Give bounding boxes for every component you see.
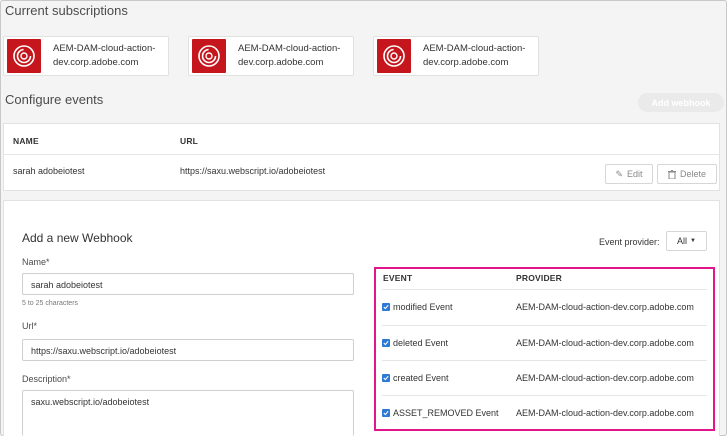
edit-button[interactable]: ✎ Edit [605, 164, 653, 184]
url-input[interactable]: https://saxu.webscript.io/adobeiotest [22, 339, 354, 361]
event-row[interactable]: deleted Event AEM-DAM-cloud-action-dev.c… [382, 325, 707, 360]
caret-down-icon: ▼ [690, 238, 696, 244]
subscription-name-line1: AEM-DAM-cloud-action- [53, 43, 156, 54]
event-name: ASSET_REMOVED Event [393, 408, 499, 418]
subscription-name-line2: dev.corp.adobe.com [238, 57, 324, 68]
configure-events-heading: Configure events [5, 92, 104, 107]
event-provider-label: Event provider: [599, 237, 660, 247]
delete-button[interactable]: Delete [657, 164, 717, 184]
checkbox-checked-icon[interactable] [382, 339, 390, 347]
checkbox-checked-icon[interactable] [382, 303, 390, 311]
subscription-name-line1: AEM-DAM-cloud-action- [423, 43, 526, 54]
subscription-name-line1: AEM-DAM-cloud-action- [238, 43, 341, 54]
event-name: modified Event [393, 302, 453, 312]
edit-button-label: Edit [627, 169, 643, 179]
checkbox-checked-icon[interactable] [382, 409, 390, 417]
adobe-io-logo-icon [377, 39, 411, 73]
subscription-card[interactable]: AEM-DAM-cloud-action- dev.corp.adobe.com [3, 36, 169, 76]
event-provider-value: All [677, 236, 688, 246]
current-subscriptions-heading: Current subscriptions [5, 3, 128, 18]
column-header-name: NAME [13, 136, 39, 146]
adobe-io-logo-icon [7, 39, 41, 73]
events-selection-box: EVENT PROVIDER modified Event AEM-DAM-cl… [374, 267, 715, 431]
webhook-name-cell: sarah adobeiotest [13, 166, 85, 176]
checkbox-checked-icon[interactable] [382, 374, 390, 382]
name-hint: 5 to 25 characters [22, 300, 79, 307]
column-header-provider: PROVIDER [516, 273, 562, 283]
event-row[interactable]: created Event AEM-DAM-cloud-action-dev.c… [382, 360, 707, 395]
trash-icon [667, 169, 676, 179]
event-name: deleted Event [393, 338, 449, 348]
name-label: Name* [22, 257, 50, 267]
webhooks-table: NAME URL sarah adobeiotest https://saxu.… [3, 123, 720, 191]
column-header-event: EVENT [383, 273, 413, 283]
event-provider: AEM-DAM-cloud-action-dev.corp.adobe.com [516, 373, 694, 383]
column-header-url: URL [180, 136, 199, 146]
delete-button-label: Delete [679, 169, 706, 179]
subscription-name-line2: dev.corp.adobe.com [423, 57, 509, 68]
description-textarea[interactable]: saxu.webscript.io/adobeiotest [22, 390, 354, 436]
event-provider: AEM-DAM-cloud-action-dev.corp.adobe.com [516, 302, 694, 312]
event-provider: AEM-DAM-cloud-action-dev.corp.adobe.com [516, 338, 694, 348]
event-row[interactable]: modified Event AEM-DAM-cloud-action-dev.… [382, 289, 707, 324]
url-label: Url* [22, 321, 37, 331]
new-webhook-title: Add a new Webhook [22, 231, 133, 245]
name-input[interactable]: sarah adobeiotest [22, 273, 354, 295]
event-row[interactable]: ASSET_REMOVED Event AEM-DAM-cloud-action… [382, 395, 707, 430]
subscription-card[interactable]: AEM-DAM-cloud-action- dev.corp.adobe.com [188, 36, 354, 76]
event-provider-select[interactable]: All ▼ [666, 231, 707, 251]
description-label: Description* [22, 374, 71, 384]
webhook-url-cell: https://saxu.webscript.io/adobeiotest [180, 166, 326, 176]
event-provider: AEM-DAM-cloud-action-dev.corp.adobe.com [516, 408, 694, 418]
add-webhook-button[interactable]: Add webhook [638, 93, 724, 112]
pencil-icon: ✎ [615, 168, 624, 179]
subscription-card[interactable]: AEM-DAM-cloud-action- dev.corp.adobe.com [373, 36, 539, 76]
table-divider [4, 154, 719, 155]
subscription-name-line2: dev.corp.adobe.com [53, 57, 139, 68]
event-name: created Event [393, 373, 449, 383]
adobe-io-logo-icon [192, 39, 226, 73]
